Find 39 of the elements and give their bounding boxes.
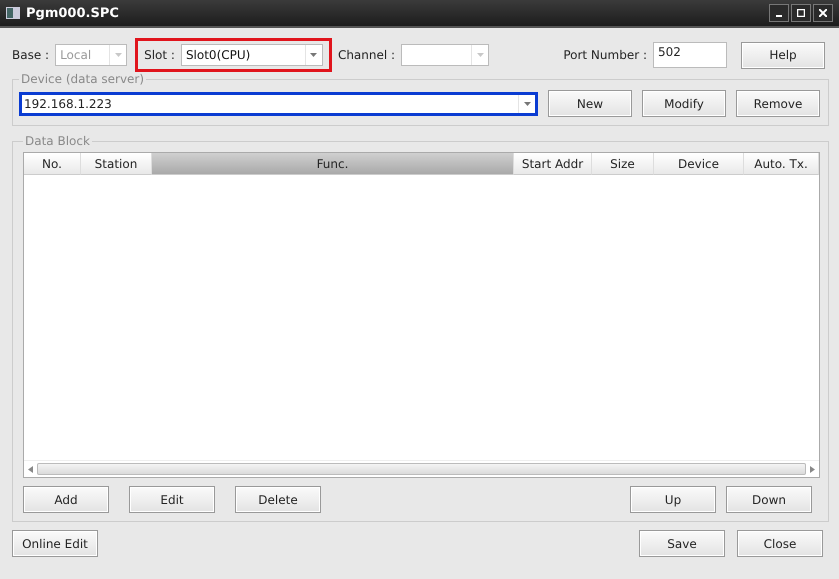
base-label: Base : bbox=[12, 48, 50, 62]
table-action-button[interactable]: Add bbox=[23, 486, 109, 513]
column-header[interactable]: No. bbox=[24, 153, 81, 175]
data-block-title: Data Block bbox=[24, 134, 91, 148]
port-number-field[interactable]: 502 bbox=[653, 42, 727, 68]
column-header[interactable]: Station bbox=[81, 153, 152, 175]
close-icon bbox=[819, 9, 827, 17]
maximize-button[interactable] bbox=[791, 4, 811, 22]
minimize-button[interactable] bbox=[769, 4, 789, 22]
column-header[interactable]: Size bbox=[592, 153, 654, 175]
device-button[interactable]: Modify bbox=[642, 90, 726, 117]
column-header[interactable]: Func. bbox=[152, 153, 514, 175]
online-edit-button[interactable]: Online Edit bbox=[12, 530, 98, 557]
dropdown-field[interactable]: Slot0(CPU) bbox=[180, 44, 323, 66]
window-title: Pgm000.SPC bbox=[26, 6, 119, 20]
move-button[interactable]: Up bbox=[630, 486, 716, 513]
column-header[interactable]: Device bbox=[654, 153, 744, 175]
close-button[interactable] bbox=[813, 4, 833, 22]
app-icon bbox=[6, 7, 20, 19]
channel-label: Channel : bbox=[338, 48, 396, 62]
slot-label: Slot : bbox=[144, 48, 175, 62]
device-dropdown-field[interactable]: 192.168.1.223 bbox=[19, 92, 538, 116]
maximize-icon bbox=[797, 9, 805, 17]
column-header[interactable]: Start Addr bbox=[514, 153, 592, 175]
help-button[interactable]: Help bbox=[741, 42, 825, 68]
move-button[interactable]: Down bbox=[726, 486, 812, 513]
device-group-title: Device (data server) bbox=[20, 72, 146, 86]
device-button[interactable]: New bbox=[548, 90, 632, 117]
column-header[interactable]: Auto. Tx. bbox=[744, 153, 819, 175]
footer-button[interactable]: Close bbox=[737, 530, 823, 557]
footer-button[interactable]: Save bbox=[639, 530, 725, 557]
scroll-left-icon[interactable] bbox=[28, 466, 33, 472]
table-action-button[interactable]: Edit bbox=[129, 486, 215, 513]
device-button[interactable]: Remove bbox=[736, 90, 820, 117]
table-action-button[interactable]: Delete bbox=[235, 486, 321, 513]
port-number-label: Port Number : bbox=[563, 48, 647, 62]
dropdown-arrow-icon[interactable] bbox=[310, 53, 318, 57]
dropdown-arrow-icon[interactable] bbox=[524, 102, 530, 106]
scroll-right-icon[interactable] bbox=[810, 466, 815, 472]
